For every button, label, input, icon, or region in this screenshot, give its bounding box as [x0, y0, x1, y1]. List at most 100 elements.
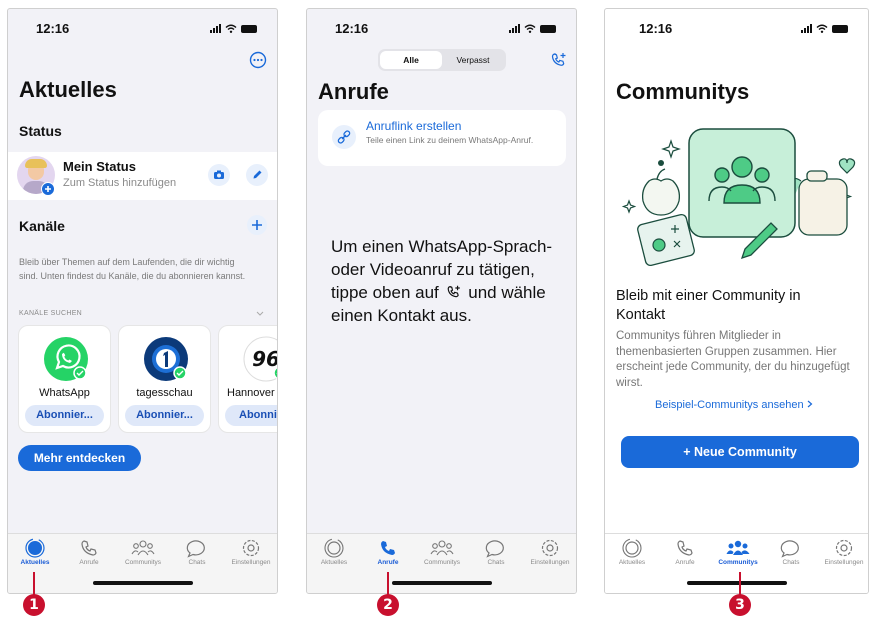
tab-einstellungen[interactable]: Einstellungen	[817, 538, 868, 566]
chevron-right-icon	[807, 400, 813, 408]
clock: 12:16	[335, 21, 369, 36]
my-status-name: Mein Status	[63, 159, 136, 174]
subscribe-button[interactable]: Abonnie	[225, 405, 277, 426]
new-call-inline-icon	[447, 285, 460, 298]
camera-button[interactable]	[208, 164, 230, 186]
tab-chats[interactable]: Chats	[469, 538, 523, 566]
tagesschau-logo-icon	[144, 337, 188, 381]
tab-label: Communitys	[423, 559, 461, 566]
add-channel-button[interactable]	[247, 215, 267, 235]
system-icons	[210, 24, 257, 33]
chevron-down-icon[interactable]	[256, 311, 264, 317]
page-title: Communitys	[616, 79, 750, 104]
tab-anrufe[interactable]: Anrufe	[62, 538, 116, 566]
home-indicator	[391, 581, 492, 585]
subscribe-button[interactable]: Abonnier...	[125, 405, 204, 426]
updates-icon	[622, 538, 642, 558]
wifi-icon	[524, 24, 536, 33]
tab-label: Einstellungen	[824, 559, 864, 566]
channel-card[interactable]: WhatsApp Abonnier...	[18, 325, 111, 433]
clock: 12:16	[639, 21, 673, 36]
example-communities-link[interactable]: Beispiel-Communitys ansehen	[655, 399, 813, 411]
battery-icon	[241, 24, 257, 33]
settings-gear-icon	[541, 539, 559, 557]
channel-card[interactable]: tagesschau Abonnier...	[118, 325, 211, 433]
tab-label: Einstellungen	[231, 559, 271, 566]
segment-all[interactable]: Alle	[380, 51, 442, 69]
settings-gear-icon	[835, 539, 853, 557]
svg-text:96: 96	[252, 347, 278, 371]
phone-icon	[81, 540, 97, 556]
tab-communitys[interactable]: Communitys	[711, 538, 765, 566]
channel-name: WhatsApp	[39, 387, 90, 399]
pencil-icon	[253, 170, 262, 179]
segmented-control: Alle Verpasst	[378, 49, 506, 71]
my-status-row[interactable]: Mein Status Zum Status hinzufügen	[8, 152, 277, 200]
tab-label: Chats	[782, 559, 800, 566]
new-community-button[interactable]: + Neue Community	[621, 436, 859, 468]
tab-anrufe[interactable]: Anrufe	[658, 538, 712, 566]
tab-aktuelles[interactable]: Aktuelles	[8, 538, 62, 566]
tab-bar: Aktuelles Anrufe Communitys Chats Einste…	[8, 533, 277, 593]
plus-icon	[252, 220, 262, 230]
link-icon	[337, 130, 351, 144]
chat-icon	[485, 540, 504, 558]
channel-name: tagesschau	[136, 387, 193, 399]
tab-einstellungen[interactable]: Einstellungen	[224, 538, 277, 566]
system-icons	[801, 24, 848, 33]
tab-anrufe[interactable]: Anrufe	[361, 538, 415, 566]
status-bar: 12:16	[307, 21, 576, 37]
whatsapp-logo-icon	[44, 337, 88, 381]
tab-aktuelles[interactable]: Aktuelles	[605, 538, 659, 566]
my-status-hint: Zum Status hinzufügen	[63, 177, 177, 189]
tab-communitys[interactable]: Communitys	[415, 538, 469, 566]
phone-icon	[381, 541, 395, 555]
page-title: Anrufe	[318, 79, 389, 104]
marker-line	[33, 572, 35, 596]
chat-icon	[186, 540, 205, 558]
tab-label: Anrufe	[377, 559, 399, 566]
tab-label: Aktuelles	[618, 559, 646, 566]
tab-chats[interactable]: Chats	[170, 538, 224, 566]
battery-icon	[832, 24, 848, 33]
create-call-link-row[interactable]: Anruflink erstellen Teile einen Link zu …	[318, 110, 566, 166]
communities-icon	[726, 540, 750, 555]
example-communities-label: Beispiel-Communitys ansehen	[655, 399, 804, 411]
empty-state-text: Um einen WhatsApp-Sprach- oder Videoanru…	[331, 235, 561, 327]
channel-card[interactable]: 96 Hannover Abonnie	[218, 325, 278, 433]
clock: 12:16	[36, 21, 70, 36]
tab-label: Communitys	[124, 559, 162, 566]
subscribe-button[interactable]: Abonnier...	[25, 405, 104, 426]
wifi-icon	[816, 24, 828, 33]
community-illustration-icon	[621, 128, 856, 267]
marker-line	[387, 572, 389, 596]
tab-aktuelles[interactable]: Aktuelles	[307, 538, 361, 566]
channels-description: Bleib über Themen auf dem Laufenden, die…	[19, 257, 246, 281]
updates-icon	[25, 538, 45, 558]
segment-missed[interactable]: Verpasst	[442, 51, 504, 69]
edit-status-button[interactable]	[246, 164, 268, 186]
call-link-title: Anruflink erstellen	[366, 119, 462, 133]
signal-icon	[801, 24, 812, 33]
search-channels-label: KANÄLE SUCHEN	[19, 310, 83, 317]
tab-chats[interactable]: Chats	[764, 538, 818, 566]
tab-label: Aktuelles	[20, 559, 50, 566]
signal-icon	[509, 24, 520, 33]
tab-label: Einstellungen	[530, 559, 570, 566]
tab-label: Anrufe	[675, 559, 695, 566]
new-call-icon[interactable]	[550, 51, 568, 69]
tab-einstellungen[interactable]: Einstellungen	[523, 538, 576, 566]
call-link-description: Teile einen Link zu deinem WhatsApp-Anru…	[366, 135, 534, 145]
communities-icon	[430, 540, 454, 556]
tab-bar: Aktuelles Anrufe Communitys Chats Einste…	[605, 533, 868, 593]
discover-more-button[interactable]: Mehr entdecken	[18, 445, 141, 471]
home-indicator	[92, 581, 193, 585]
updates-icon	[324, 538, 344, 558]
tab-communitys[interactable]: Communitys	[116, 538, 170, 566]
community-description: Communitys führen Mitglieder in themenba…	[616, 330, 850, 389]
more-options-icon[interactable]	[249, 51, 267, 69]
screen-aktuelles: 12:16 Aktuelles Status Mein Status Zum S…	[7, 8, 278, 594]
battery-icon	[540, 24, 556, 33]
camera-icon	[214, 170, 224, 179]
phone-icon	[677, 540, 693, 556]
